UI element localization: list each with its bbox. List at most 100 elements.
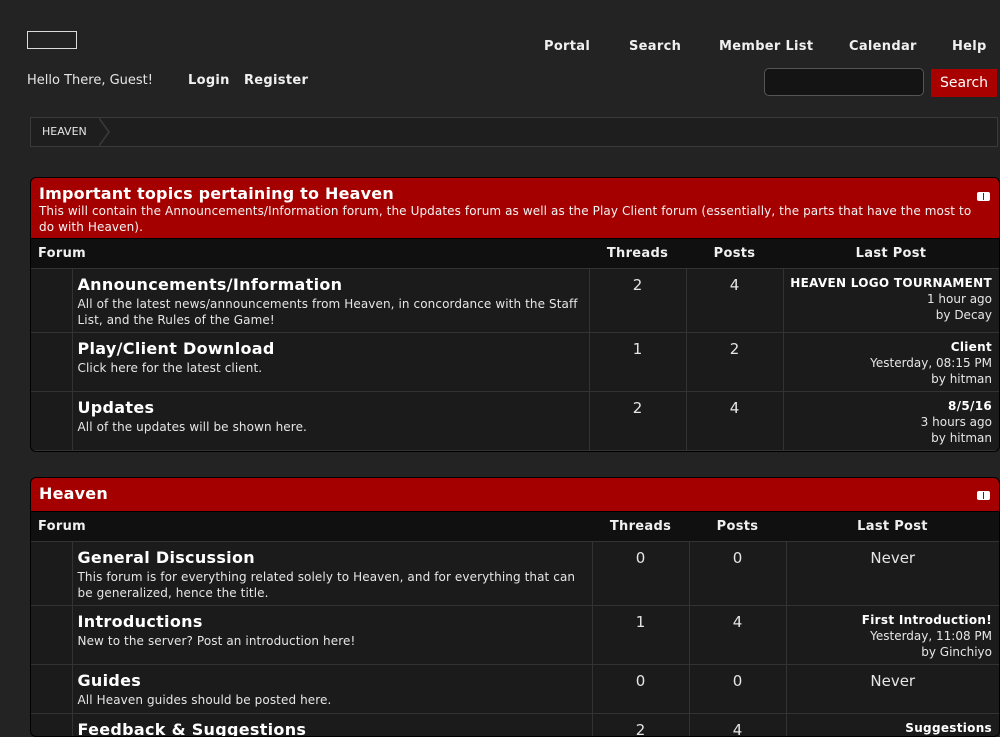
last-post-never: Never — [786, 665, 999, 714]
forum-description: This forum is for everything related sol… — [78, 569, 584, 601]
nav-search-link[interactable]: Search — [629, 39, 681, 54]
forum-description: All of the latest news/announcements fro… — [78, 296, 581, 328]
forum-table-header: Forum Threads Posts Last Post — [31, 512, 999, 542]
forum-status-icon — [31, 333, 72, 392]
search-input[interactable] — [764, 68, 924, 96]
column-threads: Threads — [592, 512, 689, 542]
last-post-title[interactable]: First Introduction! — [787, 612, 993, 628]
last-post: First Introduction! Yesterday, 11:08 PM … — [786, 606, 999, 665]
thread-count: 2 — [589, 392, 686, 451]
forum-description: New to the server? Post an introduction … — [78, 633, 584, 649]
forum-description: All of the updates will be shown here. — [78, 419, 581, 435]
last-post: HEAVEN LOGO TOURNAMENT 1 hour ago by Dec… — [783, 269, 999, 333]
thread-count: 1 — [589, 333, 686, 392]
forum-row: Guides All Heaven guides should be poste… — [31, 665, 999, 714]
forum-status-icon — [31, 392, 72, 451]
forum-info: Play/Client Download Click here for the … — [72, 333, 589, 392]
post-count: 4 — [689, 606, 786, 665]
post-count: 0 — [689, 542, 786, 606]
forum-row: Play/Client Download Click here for the … — [31, 333, 999, 392]
forum-name[interactable]: General Discussion — [78, 548, 592, 567]
last-post: Suggestions — [786, 714, 999, 737]
forum-row: Introductions New to the server? Post an… — [31, 606, 999, 665]
forum-description: Click here for the latest client. — [78, 360, 581, 376]
forum-info: Updates All of the updates will be shown… — [72, 392, 589, 451]
last-post-time: 3 hours ago — [784, 414, 993, 430]
column-last-post: Last Post — [783, 239, 999, 269]
forum-status-icon — [31, 606, 72, 665]
post-count: 0 — [689, 665, 786, 714]
forum-name[interactable]: Guides — [78, 671, 592, 690]
category-header: Important topics pertaining to Heaven Th… — [31, 178, 999, 239]
nav-calendar-link[interactable]: Calendar — [849, 39, 917, 54]
thread-count: 0 — [592, 542, 689, 606]
category-heaven: Heaven Forum Threads Posts Last Post Gen… — [30, 477, 1000, 737]
breadcrumb: HEAVEN — [30, 117, 998, 147]
forum-status-icon — [31, 665, 72, 714]
forum-description: All Heaven guides should be posted here. — [78, 692, 584, 708]
forum-status-icon — [31, 714, 72, 737]
post-count: 4 — [689, 714, 786, 737]
forum-name[interactable]: Announcements/Information — [78, 275, 589, 294]
forum-status-icon — [31, 269, 72, 333]
last-post-title[interactable]: 8/5/16 — [784, 398, 993, 414]
forum-info: Announcements/Information All of the lat… — [72, 269, 589, 333]
nav-help-link[interactable]: Help — [952, 39, 987, 54]
forum-name[interactable]: Introductions — [78, 612, 592, 631]
last-post-author[interactable]: by hitman — [784, 430, 993, 446]
last-post: Client Yesterday, 08:15 PM by hitman — [783, 333, 999, 392]
last-post-title[interactable]: Suggestions — [787, 720, 993, 736]
last-post-never: Never — [786, 542, 999, 606]
register-link[interactable]: Register — [244, 73, 308, 88]
column-threads: Threads — [589, 239, 686, 269]
forum-row: Feedback & Suggestions 2 4 Suggestions — [31, 714, 999, 737]
category-important-topics: Important topics pertaining to Heaven Th… — [30, 177, 1000, 452]
post-count: 4 — [686, 269, 783, 333]
last-post-author[interactable]: by Decay — [784, 307, 993, 323]
forum-table: Forum Threads Posts Last Post Announceme… — [31, 239, 999, 451]
category-title[interactable]: Important topics pertaining to Heaven — [39, 184, 991, 203]
forum-table: Forum Threads Posts Last Post General Di… — [31, 512, 999, 737]
nav-portal-link[interactable]: Portal — [544, 39, 590, 54]
last-post-title[interactable]: HEAVEN LOGO TOURNAMENT — [784, 275, 993, 291]
last-post: 8/5/16 3 hours ago by hitman — [783, 392, 999, 451]
forum-status-icon — [31, 542, 72, 606]
forum-info: Introductions New to the server? Post an… — [72, 606, 592, 665]
forum-name[interactable]: Play/Client Download — [78, 339, 589, 358]
search-button[interactable]: Search — [931, 69, 997, 97]
thread-count: 2 — [589, 269, 686, 333]
column-forum: Forum — [31, 512, 592, 542]
category-title[interactable]: Heaven — [39, 484, 991, 503]
guest-greeting: Hello There, Guest! — [27, 73, 153, 88]
column-posts: Posts — [686, 239, 783, 269]
last-post-author[interactable]: by hitman — [784, 371, 993, 387]
thread-count: 2 — [592, 714, 689, 737]
forum-table-header: Forum Threads Posts Last Post — [31, 239, 999, 269]
forum-info: Feedback & Suggestions — [72, 714, 592, 737]
collapse-icon[interactable] — [977, 192, 990, 201]
last-post-time: 1 hour ago — [784, 291, 993, 307]
forum-name[interactable]: Updates — [78, 398, 589, 417]
nav-member-list-link[interactable]: Member List — [719, 39, 813, 54]
thread-count: 0 — [592, 665, 689, 714]
post-count: 4 — [686, 392, 783, 451]
post-count: 2 — [686, 333, 783, 392]
last-post-title[interactable]: Client — [784, 339, 993, 355]
top-navigation: Portal Search Member List Calendar Help — [0, 39, 1000, 55]
forum-info: General Discussion This forum is for eve… — [72, 542, 592, 606]
forum-row: General Discussion This forum is for eve… — [31, 542, 999, 606]
category-description: This will contain the Announcements/Info… — [39, 203, 991, 235]
forum-info: Guides All Heaven guides should be poste… — [72, 665, 592, 714]
category-header: Heaven — [31, 478, 999, 512]
last-post-author[interactable]: by Ginchiyo — [787, 644, 993, 660]
column-posts: Posts — [689, 512, 786, 542]
collapse-icon[interactable] — [977, 491, 990, 500]
thread-count: 1 — [592, 606, 689, 665]
column-last-post: Last Post — [786, 512, 999, 542]
last-post-time: Yesterday, 08:15 PM — [784, 355, 993, 371]
login-link[interactable]: Login — [188, 73, 230, 88]
forum-row: Announcements/Information All of the lat… — [31, 269, 999, 333]
column-forum: Forum — [31, 239, 589, 269]
forum-name[interactable]: Feedback & Suggestions — [78, 720, 592, 737]
forum-row: Updates All of the updates will be shown… — [31, 392, 999, 451]
